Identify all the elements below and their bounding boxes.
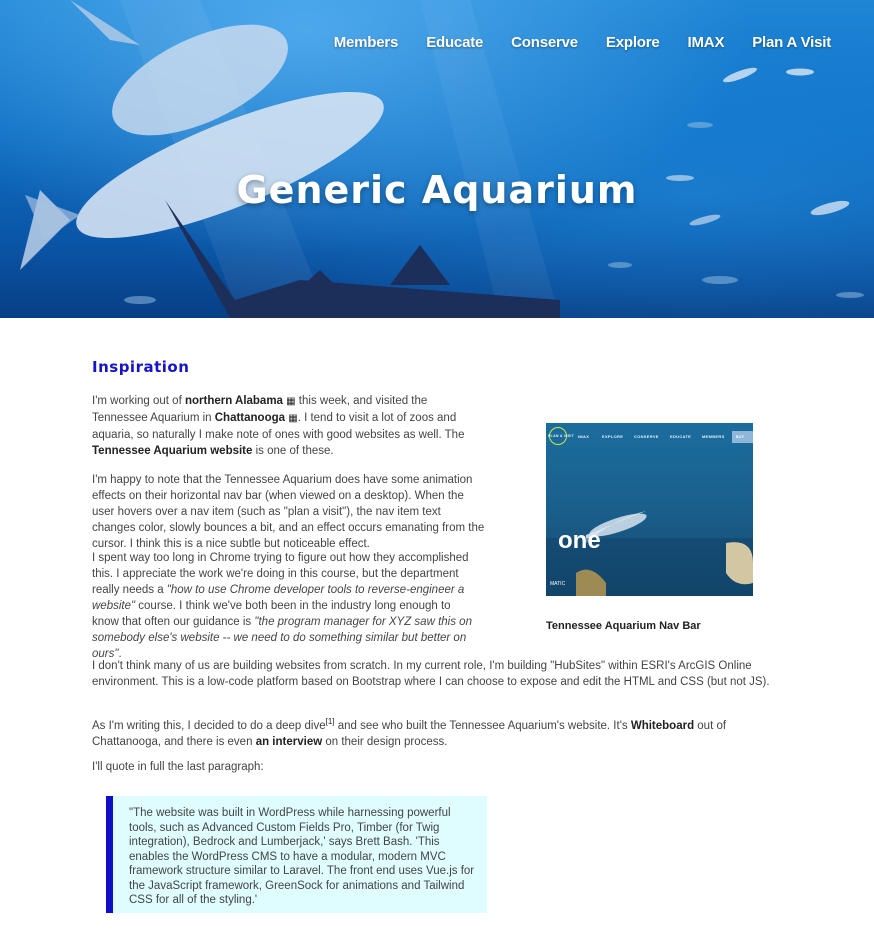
link-whiteboard[interactable]: Whiteboard [631, 720, 694, 732]
paragraph-3: I spent way too long in Chrome trying to… [92, 550, 477, 662]
paragraph-4: I don't think many of us are building we… [92, 660, 770, 688]
main-nav: Members Educate Conserve Explore IMAX Pl… [306, 34, 831, 51]
text-span: and see who built the Tennessee Aquarium… [334, 719, 631, 732]
text-span: on their design process. [322, 735, 448, 748]
nav-item-imax[interactable]: IMAX [688, 34, 725, 51]
text-span: As I'm writing this, I decided to do a d… [92, 719, 326, 732]
paragraph-1: I'm working out of northern Alabama ▦ th… [92, 393, 477, 459]
paragraph-5: As I'm writing this, I decided to do a d… [92, 714, 772, 750]
figure-badge: MATIC [550, 581, 566, 587]
link-northern-alabama[interactable]: northern Alabama [185, 395, 283, 407]
paragraph-2: I'm happy to note that the Tennessee Aqu… [92, 474, 485, 550]
map-icon: ▦ [286, 396, 296, 407]
fish-illustration [546, 511, 753, 596]
nav-item-members[interactable]: Members [334, 34, 399, 51]
link-tennessee-aquarium-website[interactable]: Tennessee Aquarium website [92, 445, 252, 457]
figure-caption: Tennessee Aquarium Nav Bar [546, 620, 701, 632]
text-span: is one of these. [252, 445, 334, 457]
quote-text: "The website was built in WordPress whil… [129, 807, 475, 906]
nav-item-educate[interactable]: Educate [426, 34, 483, 51]
link-chattanooga[interactable]: Chattanooga [215, 412, 285, 424]
hero-title: Generic Aquarium [236, 168, 638, 212]
text-span: I'm working out of [92, 395, 185, 407]
map-icon: ▦ [288, 413, 298, 424]
nav-item-plan-a-visit[interactable]: Plan A Visit [752, 34, 831, 51]
hero-banner: Members Educate Conserve Explore IMAX Pl… [0, 0, 874, 318]
paragraph-6: I'll quote in full the last paragraph: [92, 761, 264, 773]
section-title: Inspiration [92, 358, 190, 376]
figure-big-text: one [558, 527, 601, 554]
nav-item-explore[interactable]: Explore [606, 34, 660, 51]
footnote-link[interactable]: [1] [326, 717, 335, 726]
main-content: Inspiration I'm working out of northern … [0, 318, 874, 938]
nav-bar-screenshot: PLAN A VISIT IMAX EXPLORE CONSERVE EDUCA… [546, 423, 753, 596]
link-an-interview[interactable]: an interview [256, 736, 322, 748]
blockquote: "The website was built in WordPress whil… [106, 796, 487, 913]
nav-item-conserve[interactable]: Conserve [511, 34, 578, 51]
